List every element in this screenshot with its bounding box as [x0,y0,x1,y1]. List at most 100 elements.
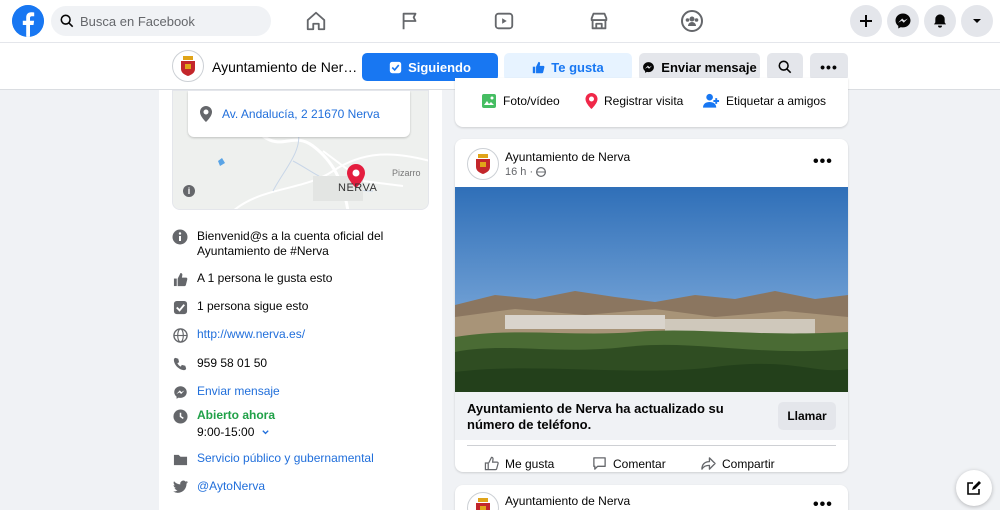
more-dots-icon: ••• [820,59,838,75]
messenger-icon [172,384,188,400]
folder-icon [172,451,188,467]
follows-row: 1 persona sigue esto [172,299,308,315]
likes-row: A 1 persona le gusta esto [172,271,332,287]
address-box[interactable]: Av. Andalucía, 2 21670 Nerva [188,91,410,137]
groups-icon[interactable] [678,8,706,34]
share-label: Compartir [722,456,775,471]
pages-flag-icon[interactable] [396,8,424,34]
comment-icon [593,457,606,470]
share-button[interactable]: Compartir [701,456,775,471]
chevron-down-icon[interactable] [261,428,270,437]
search-input[interactable]: Busca en Facebook [51,6,271,36]
comment-button[interactable]: Comentar [592,456,666,471]
message-label: Enviar mensaje [661,59,757,75]
marketplace-icon[interactable] [585,8,613,34]
like-post-button[interactable]: Me gusta [484,456,554,471]
comment-label: Comentar [613,456,666,471]
page-intro-column: Av. Andalucía, 2 21670 Nerva NERVA Pizar… [159,90,442,510]
message-link[interactable]: Enviar mensaje [197,384,280,399]
like-label: Te gusta [551,59,604,75]
messenger-button[interactable] [887,5,919,37]
thumbs-up-outline-icon [484,456,499,471]
tag-friends-label: Etiquetar a amigos [726,94,827,108]
phone-text[interactable]: 959 58 01 50 [197,356,267,371]
post-card-2: Ayuntamiento de Nerva ••• [455,485,848,510]
location-pin-icon [200,106,212,122]
account-menu-button[interactable] [961,5,993,37]
post-options-icon[interactable]: ••• [813,496,833,510]
coat-of-arms-icon [476,498,490,510]
checkin-label: Registrar visita [604,94,684,108]
photo-icon [482,94,496,108]
coat-of-arms-icon [181,56,195,76]
page-name[interactable]: Ayuntamiento de Ner… [212,59,357,75]
post-meta: 16 h · [505,166,547,178]
search-icon [778,60,792,74]
open-now-text: Abierto ahora [197,408,276,422]
search-placeholder: Busca en Facebook [80,13,195,29]
page-avatar[interactable] [172,50,204,82]
follow-check-icon [172,299,188,315]
photo-video-action[interactable]: Foto/vídeo [481,93,560,109]
about-text: Bienvenid@s a la cuenta oficial del Ayun… [197,229,384,258]
category-row[interactable]: Servicio público y gubernamental [172,451,374,467]
tag-people-icon [703,93,720,108]
map-town-label: NERVA [338,182,378,194]
create-plus-button[interactable] [850,5,882,37]
page-search-button[interactable] [767,53,803,81]
category-link[interactable]: Servicio público y gubernamental [197,451,374,466]
info-icon [172,229,188,245]
checkin-action[interactable]: Registrar visita [585,93,683,109]
twitter-row[interactable]: @AytoNerva [172,479,265,495]
location-pin-icon [585,93,598,109]
about-row: Bienvenid@s a la cuenta oficial del Ayun… [172,229,397,259]
location-map[interactable]: Av. Andalucía, 2 21670 Nerva NERVA Pizar… [172,90,429,210]
map-info-icon[interactable]: i [183,185,195,197]
notifications-button[interactable] [924,5,956,37]
following-label: Siguiendo [408,59,471,75]
globe-icon [536,167,547,177]
photo-video-label: Foto/vídeo [503,94,560,108]
likes-text: A 1 persona le gusta esto [197,271,333,285]
post-author-name[interactable]: Ayuntamiento de Nerva [505,150,630,164]
following-button[interactable]: Siguiendo [362,53,498,81]
new-message-button[interactable] [956,470,992,506]
more-options-button[interactable]: ••• [810,53,848,81]
composer-actions-card: Foto/vídeo Registrar visita Etiquetar a … [455,78,848,127]
post-author-avatar[interactable] [467,148,499,180]
facebook-logo[interactable] [12,5,44,37]
share-icon [701,457,716,470]
website-link[interactable]: http://www.nerva.es/ [197,327,305,342]
tag-friends-action[interactable]: Etiquetar a amigos [703,93,826,109]
hours-text: 9:00-15:00 [197,425,255,439]
globe-icon [172,327,188,343]
call-button[interactable]: Llamar [778,402,836,430]
map-place-label: Pizarro [392,168,421,178]
post-options-icon[interactable]: ••• [813,153,833,171]
website-row[interactable]: http://www.nerva.es/ [172,327,305,343]
post-author-avatar[interactable] [467,492,499,510]
post-time[interactable]: 16 h · [505,166,533,178]
phone-update-banner: Ayuntamiento de Nerva ha actualizado su … [455,392,848,440]
twitter-link[interactable]: @AytoNerva [197,479,265,494]
compose-icon [967,481,981,495]
thumbs-up-icon [172,271,188,287]
top-navigation-bar: Busca en Facebook [0,0,1000,43]
notifications-bell-icon [934,14,946,28]
watch-icon[interactable] [490,8,518,34]
twitter-icon [172,479,188,495]
clock-icon [172,408,188,424]
messenger-icon [895,13,911,29]
search-icon [60,14,74,28]
phone-update-text: Ayuntamiento de Nerva ha actualizado su … [467,401,724,432]
send-message-button[interactable]: Enviar mensaje [639,53,760,81]
address-text: Av. Andalucía, 2 21670 Nerva [222,107,380,121]
home-icon[interactable] [302,8,330,34]
phone-row[interactable]: 959 58 01 50 [172,356,267,372]
like-label: Me gusta [505,456,555,471]
post-photo[interactable] [455,187,848,392]
message-row[interactable]: Enviar mensaje [172,384,280,400]
post-author-name[interactable]: Ayuntamiento de Nerva [505,494,630,508]
hours-row[interactable]: Abierto ahora 9:00-15:00 [172,408,275,440]
like-page-button[interactable]: Te gusta [504,53,632,81]
